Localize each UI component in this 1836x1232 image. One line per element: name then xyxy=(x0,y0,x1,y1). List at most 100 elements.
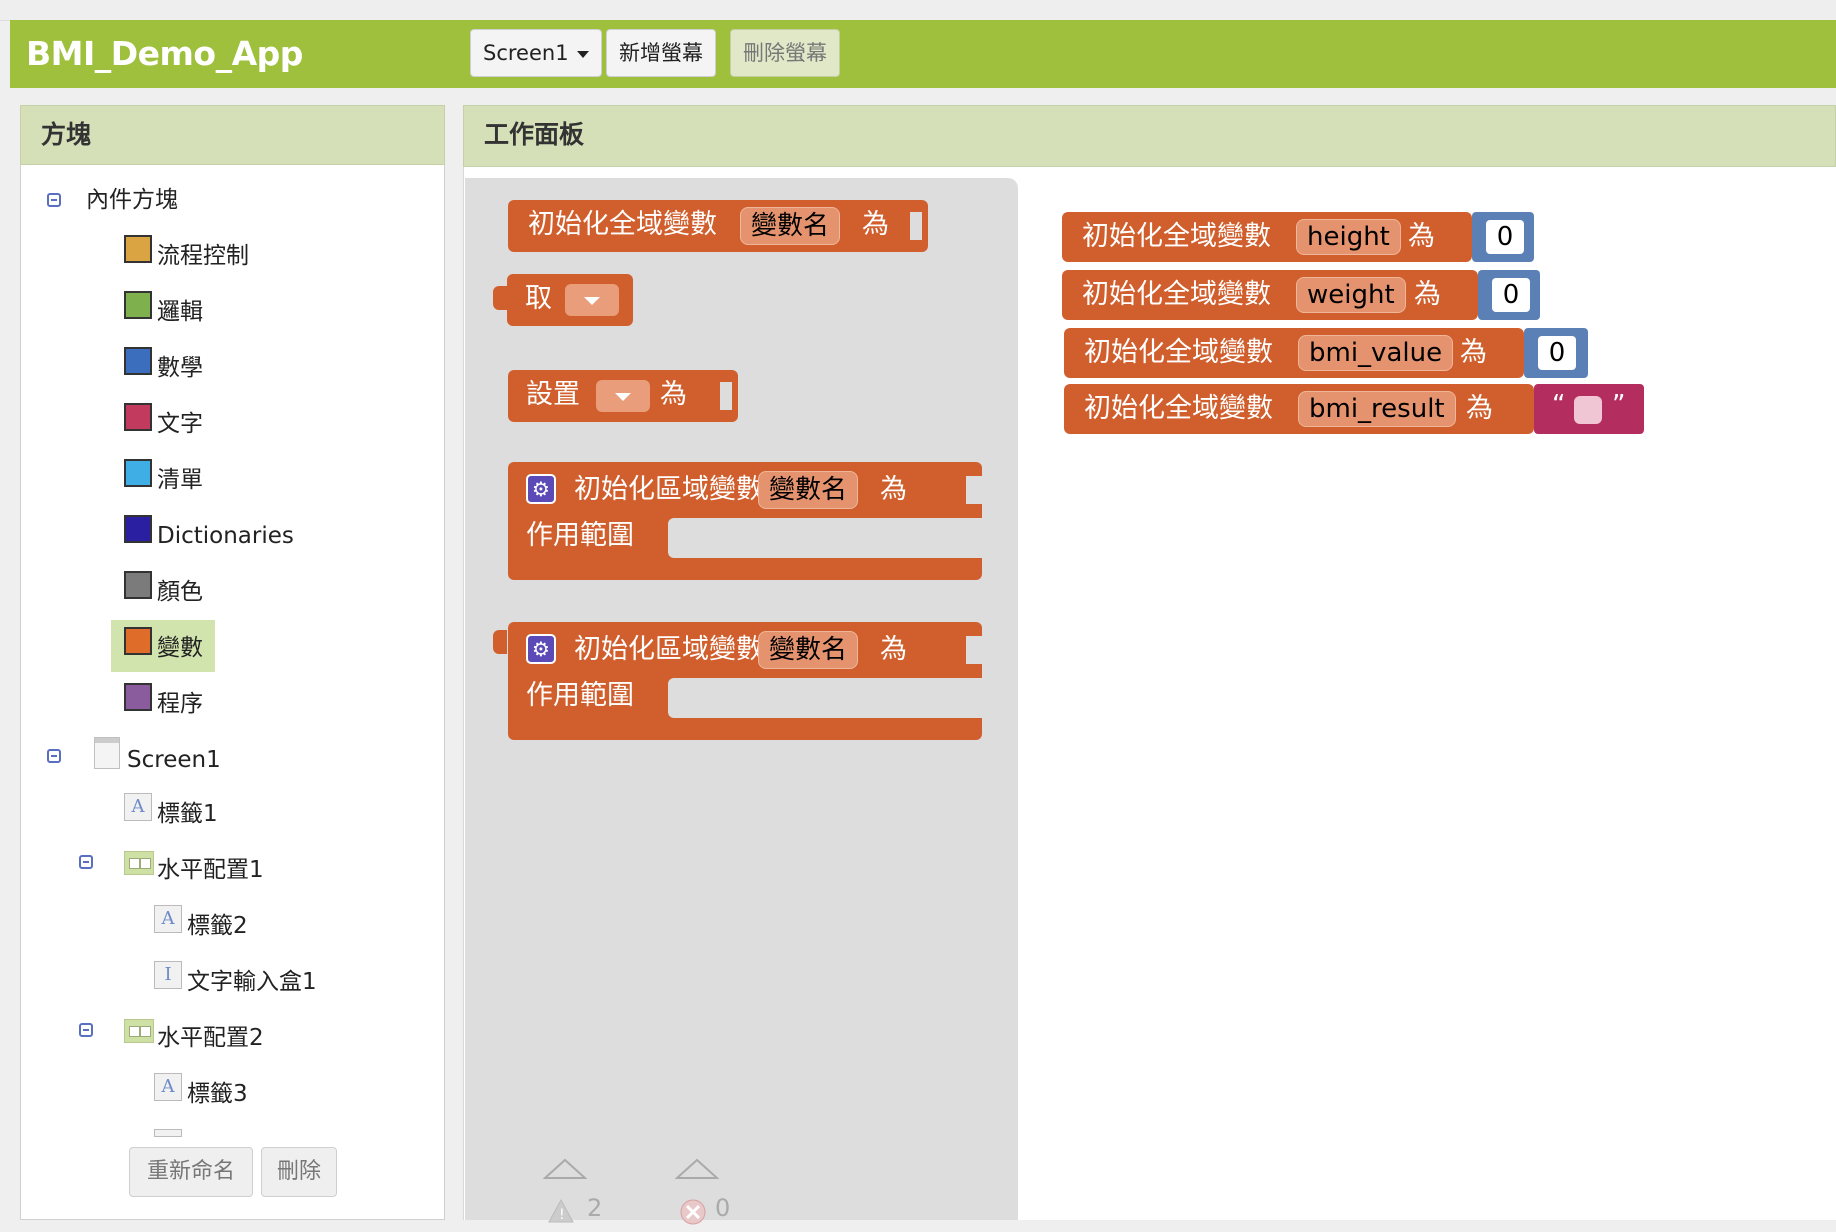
empty-text-field[interactable] xyxy=(1574,396,1602,424)
number-block[interactable]: 0 xyxy=(1472,212,1534,262)
output-tab xyxy=(493,286,507,310)
block-global-bmi-result[interactable]: 初始化全域變數 bmi_result 為 xyxy=(1064,384,1534,434)
collapse-toggle-screen[interactable] xyxy=(47,749,61,763)
variables-color-swatch xyxy=(124,627,152,655)
textbox-icon: I xyxy=(154,961,182,989)
collapse-toggle-arrangement1[interactable] xyxy=(79,855,93,869)
logic-color-swatch xyxy=(124,291,152,319)
builtin-blocks-group[interactable]: 內件方塊 xyxy=(86,185,178,215)
colors-color-swatch xyxy=(124,571,152,599)
blocks-flyout[interactable]: 初始化全域變數 變數名 為 取 設置 為 ⚙ 初始化區域變數 變數名 為 作用範… xyxy=(465,178,1018,1225)
block-label: 初始化區域變數 xyxy=(574,634,763,665)
number-value[interactable]: 0 xyxy=(1492,278,1530,312)
block-get[interactable]: 取 xyxy=(507,274,633,326)
category-label: 顏色 xyxy=(157,579,203,605)
number-value[interactable]: 0 xyxy=(1538,336,1576,370)
error-toggle-icon xyxy=(674,1158,720,1225)
variable-dropdown[interactable] xyxy=(565,284,619,316)
block-label: 設置 xyxy=(526,379,580,410)
delete-button[interactable]: 刪除 xyxy=(261,1147,337,1197)
dictionaries-color-swatch xyxy=(124,515,152,543)
gear-icon[interactable]: ⚙ xyxy=(526,634,556,664)
tree-item-screen1[interactable]: Screen1 xyxy=(127,745,221,775)
block-init-local-expression[interactable]: ⚙ 初始化區域變數 變數名 為 作用範圍 xyxy=(508,622,982,740)
block-label: 初始化全域變數 xyxy=(1082,221,1271,252)
open-quote: “ xyxy=(1552,390,1566,420)
lists-color-swatch xyxy=(124,459,152,487)
variable-dropdown[interactable] xyxy=(596,380,650,412)
screen-select-dropdown[interactable]: Screen1 xyxy=(470,29,602,77)
text-string-block[interactable]: “ ” xyxy=(1534,384,1644,434)
error-indicator[interactable]: 0 xyxy=(674,1156,730,1232)
math-color-swatch xyxy=(124,347,152,375)
block-scope-label: 作用範圍 xyxy=(526,680,634,711)
block-as-label: 為 xyxy=(862,209,889,240)
warning-count: 2 xyxy=(587,1194,603,1222)
add-screen-button[interactable]: 新增螢幕 xyxy=(606,29,716,77)
control-color-swatch xyxy=(124,235,152,263)
value-socket xyxy=(720,382,732,410)
tree-item-label2[interactable]: 標籤2 xyxy=(187,911,248,941)
label-icon: A xyxy=(124,793,152,821)
tree-item-arrangement2[interactable]: 水平配置2 xyxy=(157,1023,264,1053)
category-label: Dictionaries xyxy=(157,523,294,549)
block-as-label: 為 xyxy=(880,474,907,505)
collapse-toggle-builtin[interactable] xyxy=(47,193,61,207)
rename-button[interactable]: 重新命名 xyxy=(129,1147,253,1197)
variable-name-field[interactable]: 變數名 xyxy=(758,471,859,509)
block-as-label: 為 xyxy=(880,634,907,665)
remove-screen-button[interactable]: 刪除螢幕 xyxy=(730,29,840,77)
category-label: 數學 xyxy=(157,355,203,381)
variable-name-field[interactable]: bmi_result xyxy=(1298,391,1456,427)
variable-name-field[interactable]: height xyxy=(1296,219,1401,255)
block-as-label: 為 xyxy=(1414,279,1441,310)
screen-icon xyxy=(94,737,120,769)
chevron-down-icon xyxy=(576,50,589,58)
collapse-toggle-arrangement2[interactable] xyxy=(79,1023,93,1037)
block-global-weight[interactable]: 初始化全域變數 weight 為 xyxy=(1062,270,1478,320)
block-label: 初始化區域變數 xyxy=(574,474,763,505)
tree-item-textbox1[interactable]: 文字輸入盒1 xyxy=(187,967,317,997)
svg-text:!: ! xyxy=(559,1207,565,1223)
tree-item-arrangement1[interactable]: 水平配置1 xyxy=(157,855,264,885)
block-as-label: 為 xyxy=(660,379,687,410)
browser-top-strip xyxy=(0,0,1836,21)
error-count: 0 xyxy=(715,1194,731,1222)
category-label: 程序 xyxy=(157,691,203,717)
number-value[interactable]: 0 xyxy=(1486,220,1524,254)
block-label: 初始化全域變數 xyxy=(1084,393,1273,424)
label-icon: A xyxy=(154,905,182,933)
block-label: 取 xyxy=(525,283,552,314)
block-global-bmi-value[interactable]: 初始化全域變數 bmi_value 為 xyxy=(1064,328,1524,378)
category-label: 邏輯 xyxy=(157,299,203,325)
screen-select-label: Screen1 xyxy=(483,41,569,65)
app-header-bar: BMI_Demo_App Screen1 新增螢幕 刪除螢幕 xyxy=(10,20,1836,88)
warning-indicator[interactable]: ! 2 xyxy=(542,1156,602,1232)
tree-item-label3[interactable]: 標籤3 xyxy=(187,1079,248,1109)
block-set[interactable]: 設置 為 xyxy=(508,370,738,422)
block-scope-label: 作用範圍 xyxy=(526,520,634,551)
workspace-header: 工作面板 xyxy=(463,105,1836,167)
output-tab xyxy=(493,630,507,654)
category-label: 文字 xyxy=(157,411,203,437)
variable-name-field[interactable]: 變數名 xyxy=(758,631,859,669)
variable-name-field[interactable]: bmi_value xyxy=(1298,335,1454,371)
block-init-local[interactable]: ⚙ 初始化區域變數 變數名 為 作用範圍 xyxy=(508,462,982,580)
block-as-label: 為 xyxy=(1466,393,1493,424)
number-block[interactable]: 0 xyxy=(1478,270,1540,320)
value-socket xyxy=(966,636,982,664)
number-block[interactable]: 0 xyxy=(1524,328,1588,378)
horizontal-arrangement-icon xyxy=(124,1019,154,1043)
block-label: 初始化全域變數 xyxy=(528,209,717,240)
gear-icon[interactable]: ⚙ xyxy=(526,474,556,504)
tree-item-label1[interactable]: 標籤1 xyxy=(157,799,218,829)
block-init-global[interactable]: 初始化全域變數 變數名 為 xyxy=(508,200,928,252)
horizontal-arrangement-icon xyxy=(124,851,154,875)
block-global-height[interactable]: 初始化全域變數 height 為 xyxy=(1062,212,1472,262)
variable-name-field[interactable]: weight xyxy=(1296,277,1406,313)
app-title: BMI_Demo_App xyxy=(26,34,303,73)
text-color-swatch xyxy=(124,403,152,431)
variable-name-field[interactable]: 變數名 xyxy=(740,207,841,245)
close-quote: ” xyxy=(1612,390,1626,420)
block-label: 初始化全域變數 xyxy=(1082,279,1271,310)
